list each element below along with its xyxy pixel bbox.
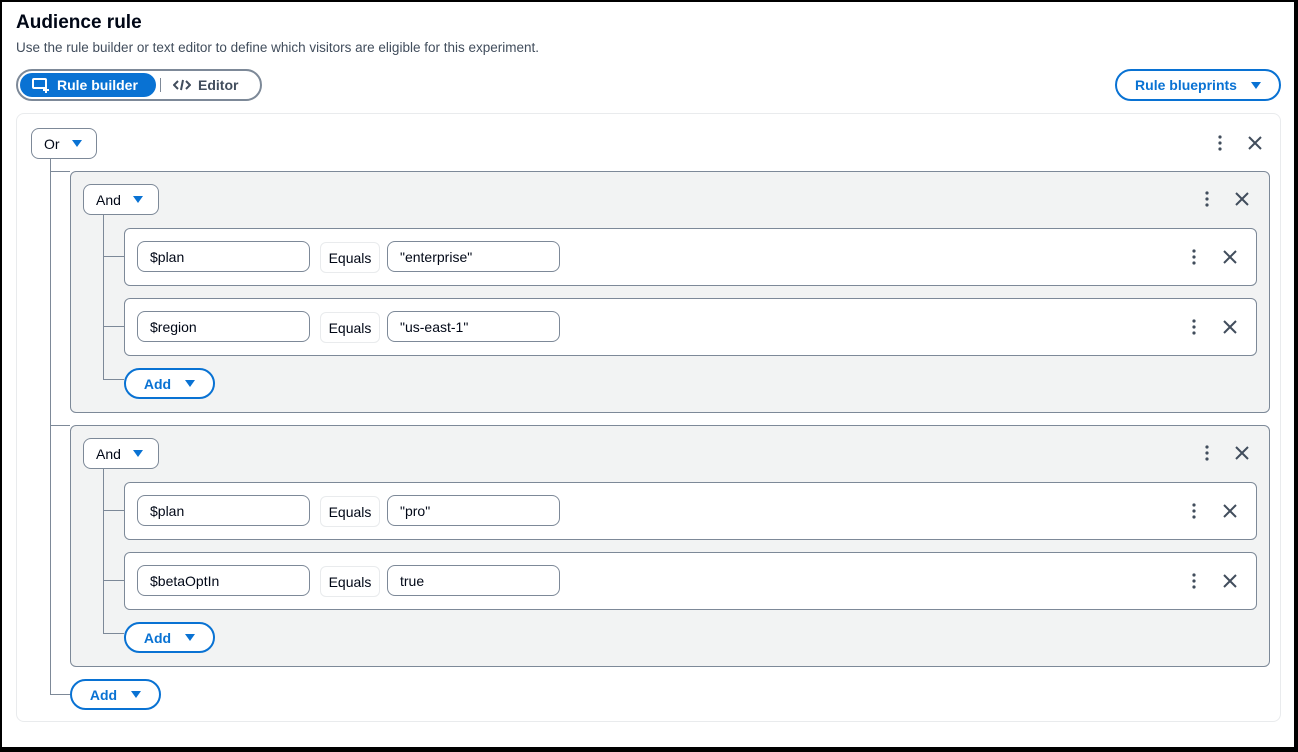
- caret-down-icon: [1250, 81, 1261, 89]
- rule-group: And $plan Equals "pro" $betaOptIn Equals…: [70, 425, 1270, 667]
- comparator-select[interactable]: Equals: [320, 566, 380, 597]
- value-input[interactable]: "pro": [387, 495, 560, 526]
- value-input[interactable]: "us-east-1": [387, 311, 560, 342]
- group-tree-line: [103, 469, 104, 634]
- group-operator-select[interactable]: And: [83, 184, 159, 215]
- page-description: Use the rule builder or text editor to d…: [16, 40, 539, 55]
- root-branch: [50, 425, 70, 426]
- editor-label: Editor: [198, 77, 239, 93]
- property-input[interactable]: $region: [137, 311, 310, 342]
- add-condition-button[interactable]: Add: [124, 622, 215, 653]
- condition-close-icon[interactable]: [1219, 570, 1241, 592]
- mode-segmented-control: Rule builder Editor: [16, 69, 262, 101]
- condition-row: $region Equals "us-east-1": [124, 298, 1257, 356]
- root-branch: [50, 694, 70, 695]
- group-more-icon[interactable]: [1196, 442, 1218, 464]
- comparator-select[interactable]: Equals: [320, 242, 380, 273]
- group-more-icon[interactable]: [1196, 188, 1218, 210]
- condition-more-icon[interactable]: [1183, 316, 1205, 338]
- group-branch: [103, 326, 124, 327]
- add-label: Add: [143, 629, 172, 646]
- condition-row: $betaOptIn Equals true: [124, 552, 1257, 610]
- caret-down-icon: [71, 140, 82, 147]
- group-operator-select[interactable]: And: [83, 438, 159, 469]
- condition-more-icon[interactable]: [1183, 500, 1205, 522]
- caret-down-icon: [185, 380, 196, 387]
- editor-tab[interactable]: Editor: [161, 73, 238, 97]
- group-operator-value: And: [96, 445, 121, 462]
- group-branch: [103, 580, 124, 581]
- comparator-select[interactable]: Equals: [320, 496, 380, 527]
- caret-down-icon: [131, 691, 142, 698]
- add-label: Add: [143, 375, 172, 392]
- condition-row: $plan Equals "pro": [124, 482, 1257, 540]
- rule-tree-container: Or And $plan Equals "enterprise" $region…: [16, 113, 1281, 722]
- group-close-icon[interactable]: [1231, 442, 1253, 464]
- add-group-button[interactable]: Add: [70, 679, 161, 710]
- audience-rule-panel: Audience rule Use the rule builder or te…: [2, 2, 1294, 747]
- condition-close-icon[interactable]: [1219, 246, 1241, 268]
- property-input[interactable]: $plan: [137, 495, 310, 526]
- value-input[interactable]: true: [387, 565, 560, 596]
- root-operator-value: Or: [44, 135, 60, 152]
- add-label: Add: [89, 686, 118, 703]
- condition-close-icon[interactable]: [1219, 316, 1241, 338]
- rule-blueprints-label: Rule blueprints: [1135, 77, 1237, 93]
- property-input[interactable]: $betaOptIn: [137, 565, 310, 596]
- group-close-icon[interactable]: [1231, 188, 1253, 210]
- code-icon: [173, 79, 191, 91]
- add-condition-button[interactable]: Add: [124, 368, 215, 399]
- caret-down-icon: [185, 634, 196, 641]
- group-operator-value: And: [96, 191, 121, 208]
- group-branch: [103, 256, 124, 257]
- root-more-icon[interactable]: [1209, 132, 1231, 154]
- group-tree-line: [103, 215, 104, 380]
- comparator-select[interactable]: Equals: [320, 312, 380, 343]
- group-branch: [103, 633, 124, 634]
- value-input[interactable]: "enterprise": [387, 241, 560, 272]
- condition-more-icon[interactable]: [1183, 246, 1205, 268]
- caret-down-icon: [132, 450, 143, 457]
- rule-group: And $plan Equals "enterprise" $region Eq…: [70, 171, 1270, 413]
- group-branch: [103, 379, 124, 380]
- root-operator-select[interactable]: Or: [31, 128, 97, 159]
- group-branch: [103, 510, 124, 511]
- property-input[interactable]: $plan: [137, 241, 310, 272]
- root-close-icon[interactable]: [1244, 132, 1266, 154]
- caret-down-icon: [132, 196, 143, 203]
- rule-builder-label: Rule builder: [57, 77, 138, 93]
- rule-builder-icon: [32, 78, 49, 93]
- page-title: Audience rule: [16, 12, 142, 33]
- root-tree-line: [50, 159, 51, 695]
- rule-blueprints-button[interactable]: Rule blueprints: [1115, 69, 1281, 101]
- condition-more-icon[interactable]: [1183, 570, 1205, 592]
- condition-row: $plan Equals "enterprise": [124, 228, 1257, 286]
- condition-close-icon[interactable]: [1219, 500, 1241, 522]
- rule-builder-tab[interactable]: Rule builder: [20, 73, 156, 97]
- root-branch: [50, 171, 70, 172]
